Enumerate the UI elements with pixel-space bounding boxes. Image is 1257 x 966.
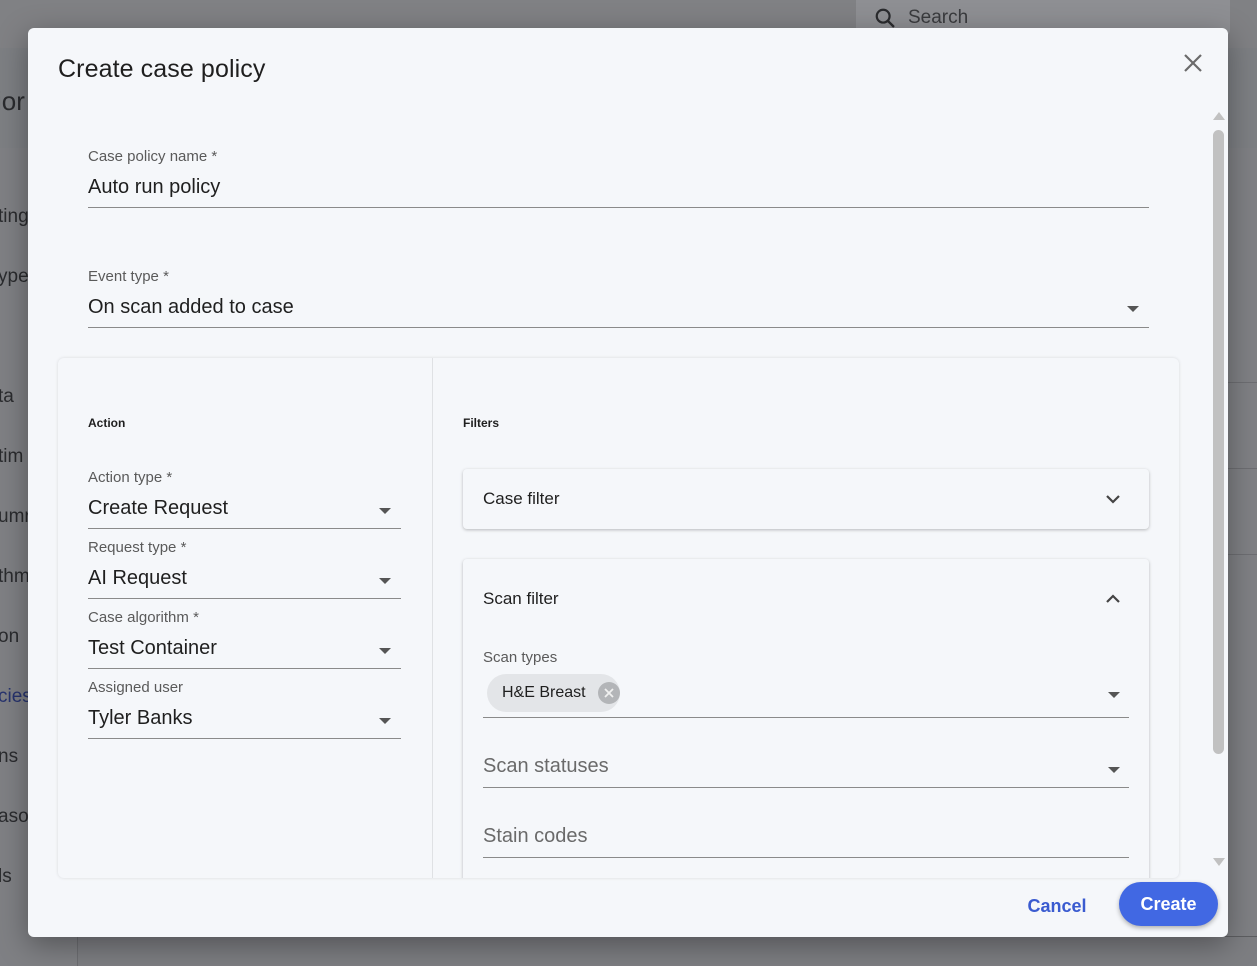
assigned-user-underline xyxy=(88,738,401,739)
chevron-down-icon[interactable] xyxy=(379,718,391,724)
assigned-user-label: Assigned user xyxy=(88,679,184,696)
cancel-button[interactable]: Cancel xyxy=(1024,892,1090,920)
action-type-select[interactable]: Create Request xyxy=(88,497,400,520)
case-algorithm-underline xyxy=(88,668,401,669)
chevron-down-icon[interactable] xyxy=(379,648,391,654)
request-type-label: Request type * xyxy=(88,539,187,556)
stain-codes-underline xyxy=(483,857,1129,858)
case-filter-accordion[interactable]: Case filter xyxy=(463,469,1149,529)
case-policy-name-label: Case policy name * xyxy=(88,148,218,165)
event-type-select[interactable]: On scan added to case xyxy=(88,296,1148,319)
event-type-label: Event type * xyxy=(88,268,169,285)
app-footer-strip xyxy=(78,936,1257,966)
sidebar-item[interactable]: thm xyxy=(0,566,30,588)
scan-types-label: Scan types xyxy=(483,649,558,666)
case-algorithm-label: Case algorithm * xyxy=(88,609,199,626)
case-filter-title: Case filter xyxy=(483,489,560,508)
close-icon xyxy=(1184,54,1202,72)
scroll-thumb[interactable] xyxy=(1213,130,1224,754)
request-type-underline xyxy=(88,598,401,599)
table-row xyxy=(1228,469,1257,555)
scan-types-underline xyxy=(483,717,1129,718)
scroll-up-arrow-icon[interactable] xyxy=(1213,112,1225,120)
table-row xyxy=(1228,298,1257,383)
create-button[interactable]: Create xyxy=(1119,882,1218,926)
assigned-user-select[interactable]: Tyler Banks xyxy=(88,707,400,730)
scan-filter-accordion: Scan filter Scan types H&E Breast Scan s… xyxy=(463,559,1149,878)
table-row xyxy=(1228,383,1257,469)
dialog-title: Create case policy xyxy=(58,55,266,83)
request-type-select[interactable]: AI Request xyxy=(88,567,400,590)
chevron-down-icon[interactable] xyxy=(379,578,391,584)
sidebar-item[interactable]: tim xyxy=(0,446,23,468)
app-page-title: ior xyxy=(0,86,25,116)
sidebar-item[interactable]: ta xyxy=(0,386,14,408)
chip-label: H&E Breast xyxy=(502,684,586,701)
action-type-underline xyxy=(88,528,401,529)
remove-chip-button[interactable] xyxy=(597,682,620,704)
scan-type-chip: H&E Breast xyxy=(487,674,620,712)
sidebar-item[interactable]: umr xyxy=(0,506,31,528)
sidebar-item[interactable]: aso xyxy=(0,806,29,828)
search-icon xyxy=(875,8,895,28)
case-algorithm-select[interactable]: Test Container xyxy=(88,637,400,660)
chevron-down-icon[interactable] xyxy=(1108,692,1120,698)
scan-filter-title[interactable]: Scan filter xyxy=(483,589,559,609)
dialog-scrollbar[interactable] xyxy=(1212,112,1226,872)
chevron-down-icon[interactable] xyxy=(1108,767,1120,773)
sidebar-item[interactable]: ns xyxy=(0,746,18,768)
sidebar-item[interactable]: ls xyxy=(0,866,12,888)
create-case-policy-dialog: Create case policy Case policy name * Au… xyxy=(28,28,1228,937)
event-type-underline xyxy=(88,327,1149,328)
action-section-title: Action xyxy=(88,416,126,430)
chevron-down-icon xyxy=(1106,495,1120,504)
action-filters-panel: Action Action type * Create Request Requ… xyxy=(58,358,1179,878)
scan-statuses-underline xyxy=(483,787,1129,788)
app-table-edge xyxy=(1228,148,1257,966)
chevron-up-icon[interactable] xyxy=(1105,593,1121,605)
close-icon xyxy=(603,688,614,698)
scan-statuses-select[interactable]: Scan statuses xyxy=(483,755,609,778)
sidebar-item[interactable]: on xyxy=(0,626,19,648)
chevron-down-icon[interactable] xyxy=(379,508,391,514)
action-type-label: Action type * xyxy=(88,469,173,486)
search-placeholder: Search xyxy=(908,7,969,28)
filters-section-title: Filters xyxy=(463,416,500,430)
case-policy-name-input[interactable]: Auto run policy xyxy=(88,176,1148,199)
panel-divider xyxy=(432,358,433,878)
stain-codes-input[interactable]: Stain codes xyxy=(483,825,588,848)
close-button[interactable] xyxy=(1178,48,1208,78)
scroll-down-arrow-icon[interactable] xyxy=(1213,858,1225,866)
chevron-down-icon[interactable] xyxy=(1127,306,1139,312)
case-policy-name-underline xyxy=(88,207,1149,208)
sidebar-item[interactable]: ting xyxy=(0,206,29,228)
